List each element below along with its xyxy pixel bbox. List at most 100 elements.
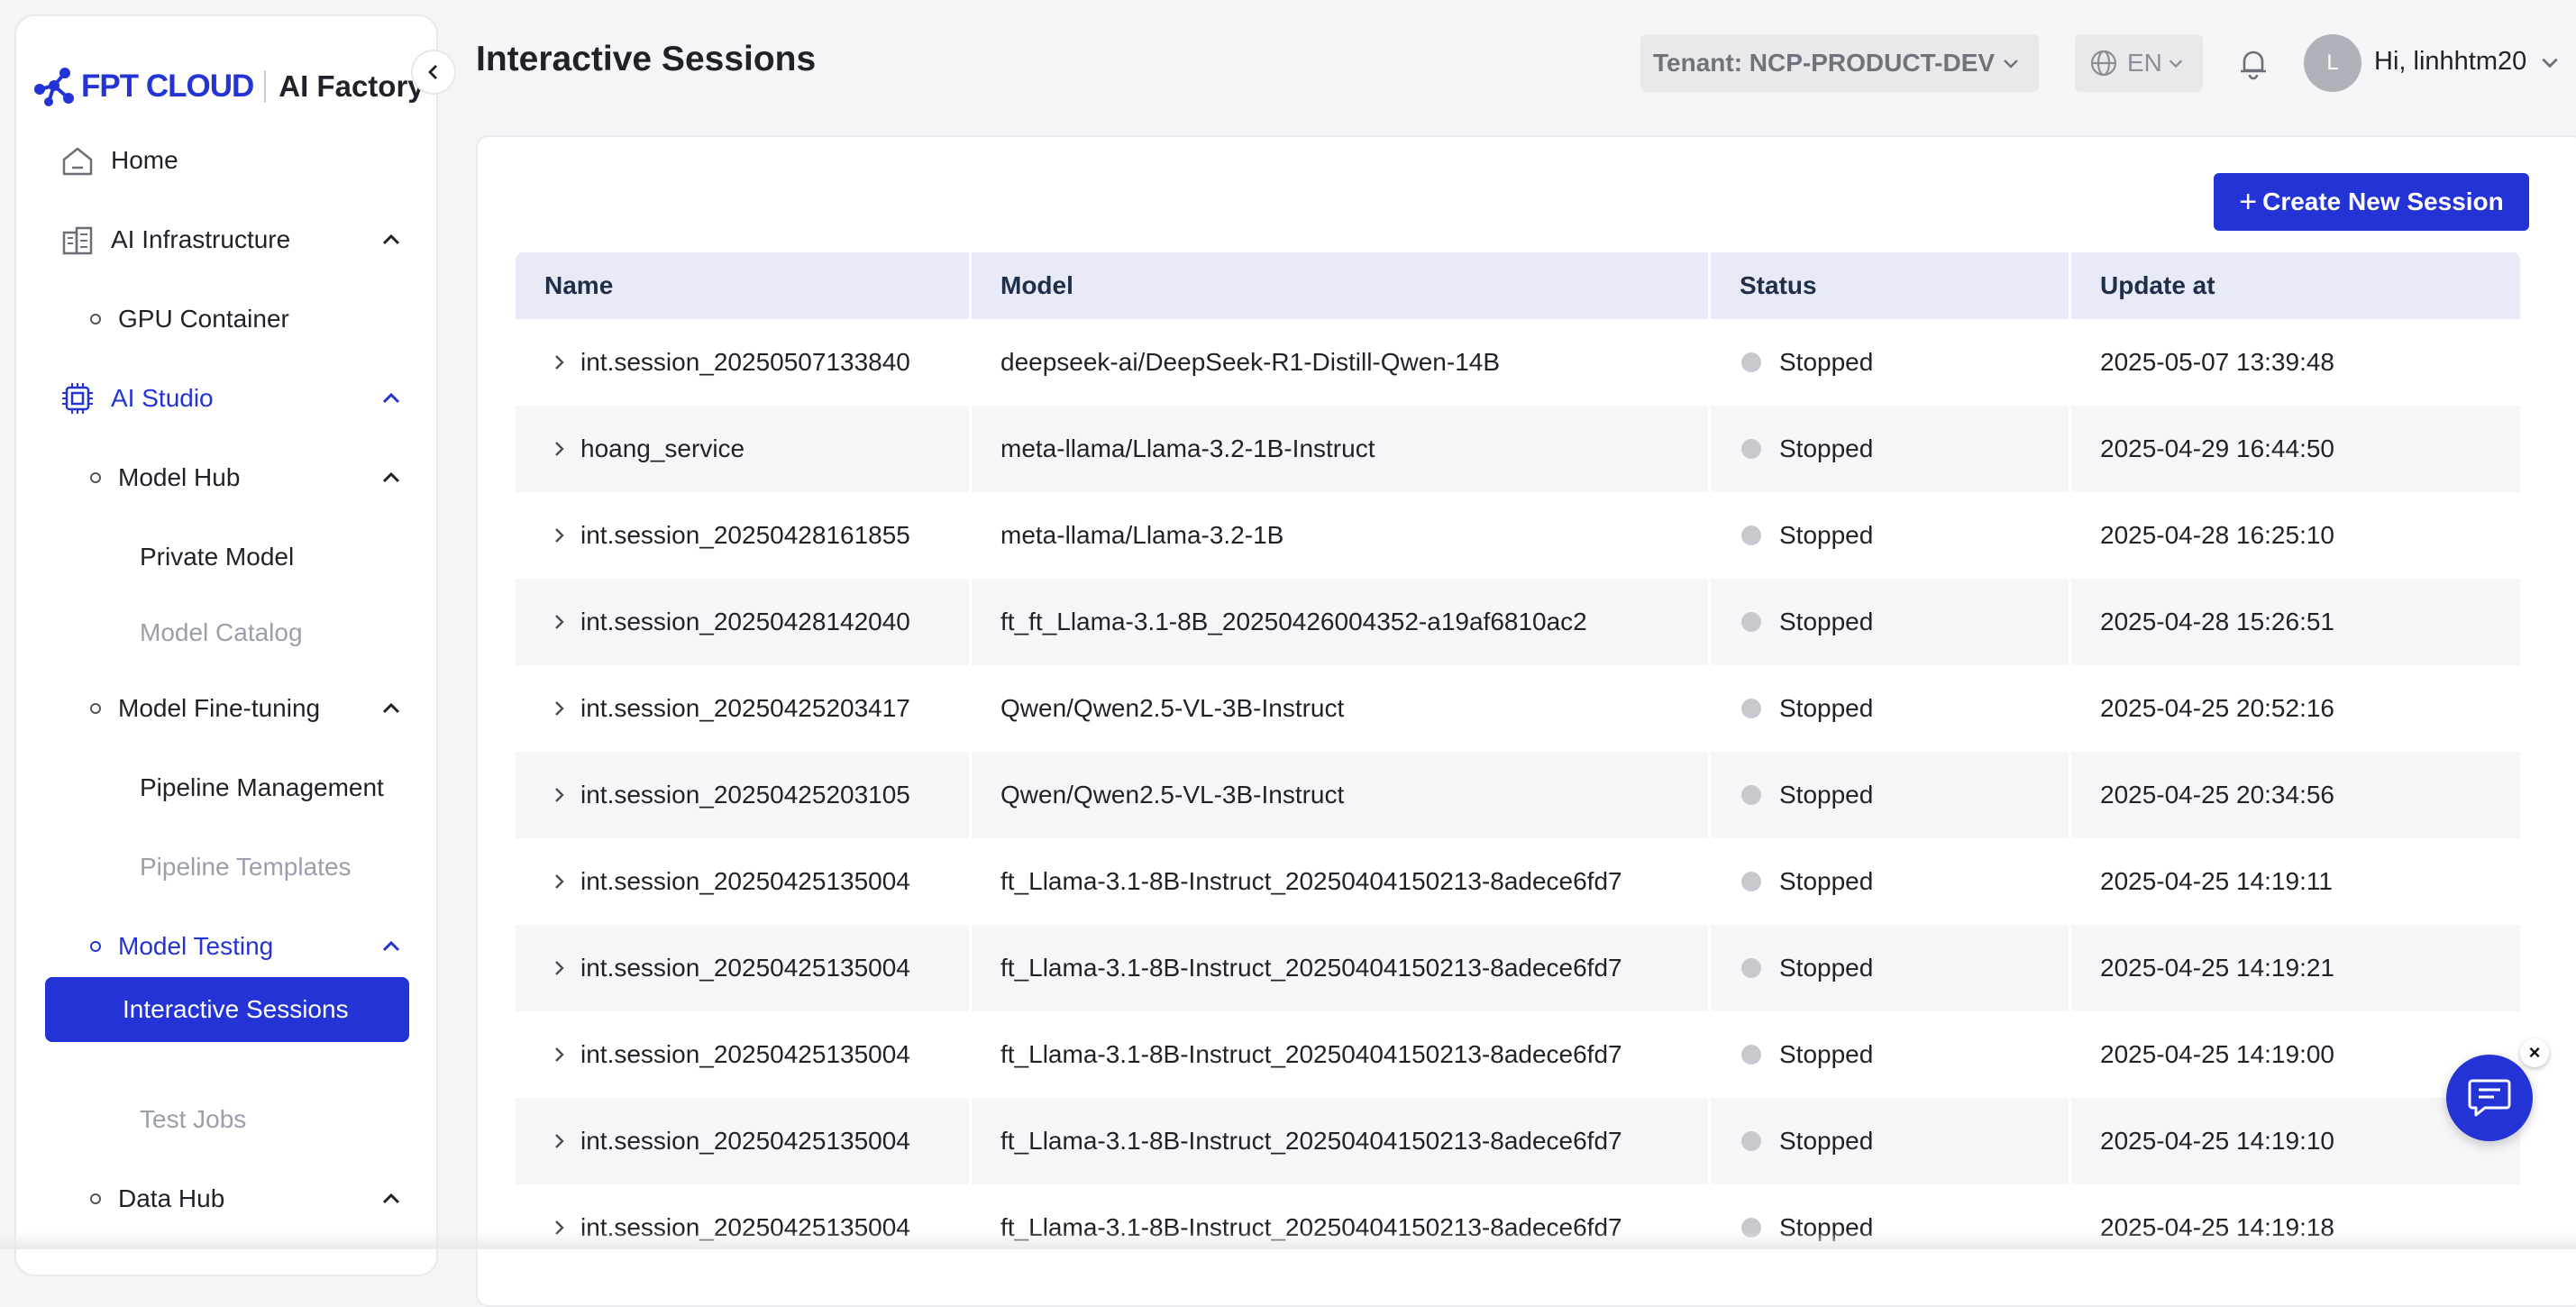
user-greeting[interactable]: Hi, linhhtm20 [2374, 47, 2526, 77]
bottom-shadow [0, 1231, 2576, 1249]
model-cell: ft_Llama-3.1-8B-Instruct_20250404150213-… [972, 1011, 1711, 1098]
chevron-right-icon[interactable] [550, 440, 568, 458]
language-selector[interactable]: EN [2075, 34, 2203, 92]
column-header-status[interactable]: Status [1711, 252, 2071, 319]
session-name: int.session_20250425135004 [580, 1040, 910, 1068]
sidebar-item-label: GPU Container [118, 305, 289, 333]
table-row[interactable]: int.session_20250428142040 ft_ft_Llama-3… [516, 579, 2520, 665]
chat-widget-button[interactable] [2446, 1055, 2533, 1141]
table-row[interactable]: int.session_20250425135004 ft_Llama-3.1-… [516, 1011, 2520, 1098]
sidebar-item-model-catalog[interactable]: Model Catalog [16, 606, 440, 660]
updated-cell: 2025-04-25 20:52:16 [2100, 694, 2334, 722]
sidebar-item-label: Test Jobs [140, 1105, 247, 1133]
sidebar-item-label: Home [111, 146, 178, 174]
chevron-up-icon[interactable] [380, 1188, 402, 1210]
chat-icon [2468, 1079, 2511, 1117]
name-cell: int.session_20250425203105 [516, 752, 972, 838]
chevron-up-icon[interactable] [380, 467, 402, 489]
chevron-right-icon[interactable] [550, 613, 568, 631]
chevron-right-icon[interactable] [550, 873, 568, 891]
sidebar-item-ai-infrastructure[interactable]: AI Infrastructure [16, 213, 440, 267]
name-cell: int.session_20250425135004 [516, 925, 972, 1011]
updated-cell: 2025-04-25 14:19:11 [2100, 867, 2333, 895]
table-row[interactable]: int.session_20250425135004 ft_Llama-3.1-… [516, 838, 2520, 925]
model-cell: meta-llama/Llama-3.2-1B-Instruct [972, 406, 1711, 492]
sidebar-item-label: Pipeline Templates [140, 853, 352, 881]
model-cell: ft_ft_Llama-3.1-8B_20250426004352-a19af6… [972, 579, 1711, 665]
chevron-down-icon [2004, 59, 2018, 69]
table-row[interactable]: int.session_20250425135004 ft_Llama-3.1-… [516, 925, 2520, 1011]
status-text: Stopped [1779, 1127, 1874, 1155]
updated-cell: 2025-04-25 20:34:56 [2100, 781, 2334, 809]
sidebar-item-model-finetuning[interactable]: Model Fine-tuning [16, 681, 440, 736]
sidebar-item-gpu-container[interactable]: GPU Container [16, 292, 440, 346]
model-cell: ft_Llama-3.1-8B-Instruct_20250404150213-… [972, 1184, 1711, 1271]
chevron-right-icon[interactable] [550, 353, 568, 371]
table-row[interactable]: hoang_service meta-llama/Llama-3.2-1B-In… [516, 406, 2520, 492]
chevron-up-icon[interactable] [380, 388, 402, 409]
chevron-up-icon[interactable] [380, 698, 402, 719]
chevron-right-icon[interactable] [550, 786, 568, 804]
tenant-label: Tenant: NCP-PRODUCT-DEV [1653, 49, 1996, 77]
tenant-selector[interactable]: Tenant: NCP-PRODUCT-DEV [1640, 34, 2039, 92]
sidebar-item-model-hub[interactable]: Model Hub [16, 451, 440, 505]
avatar[interactable]: L [2304, 34, 2361, 92]
table-row[interactable]: int.session_20250425203105 Qwen/Qwen2.5-… [516, 752, 2520, 838]
chevron-up-icon[interactable] [380, 936, 402, 957]
table-header: Name Model Status Update at [516, 252, 2520, 319]
updated-cell: 2025-04-25 14:19:21 [2100, 954, 2334, 982]
sidebar-item-model-testing[interactable]: Model Testing [16, 919, 440, 973]
model-cell: deepseek-ai/DeepSeek-R1-Distill-Qwen-14B [972, 319, 1711, 406]
chevron-right-icon[interactable] [550, 1046, 568, 1064]
column-header-name[interactable]: Name [516, 252, 972, 319]
model-cell: Qwen/Qwen2.5-VL-3B-Instruct [972, 665, 1711, 752]
table-row[interactable]: int.session_20250425135004 ft_Llama-3.1-… [516, 1184, 2520, 1271]
model-cell: ft_Llama-3.1-8B-Instruct_20250404150213-… [972, 925, 1711, 1011]
status-cell: Stopped [1711, 1011, 2071, 1098]
sidebar-item-private-model[interactable]: Private Model [16, 530, 440, 584]
chevron-down-icon[interactable] [2540, 52, 2560, 72]
chevron-up-icon[interactable] [380, 229, 402, 251]
chevron-right-icon[interactable] [550, 1132, 568, 1150]
status-text: Stopped [1779, 1040, 1874, 1068]
sidebar-item-pipeline-templates[interactable]: Pipeline Templates [16, 840, 440, 894]
status-dot-icon [1741, 958, 1761, 978]
sidebar-item-label: Private Model [140, 543, 295, 571]
home-icon [62, 147, 93, 176]
sidebar-item-pipeline-management[interactable]: Pipeline Management [16, 761, 440, 815]
session-name: int.session_20250425135004 [580, 1127, 910, 1155]
table-row[interactable]: int.session_20250425135004 ft_Llama-3.1-… [516, 1098, 2520, 1184]
globe-icon [2090, 50, 2117, 77]
table-row[interactable]: int.session_20250428161855 meta-llama/Ll… [516, 492, 2520, 579]
column-header-model[interactable]: Model [972, 252, 1711, 319]
session-name: int.session_20250428161855 [580, 521, 910, 549]
updated-cell: 2025-04-29 16:44:50 [2100, 434, 2334, 462]
chat-close-button[interactable]: × [2520, 1038, 2549, 1067]
bell-icon[interactable] [2235, 45, 2271, 81]
status-dot-icon [1741, 612, 1761, 632]
chevron-down-icon [2169, 59, 2183, 69]
status-cell: Stopped [1711, 492, 2071, 579]
sidebar-collapse-button[interactable] [411, 50, 456, 95]
create-new-session-button[interactable]: + Create New Session [2214, 173, 2529, 231]
sidebar-item-interactive-sessions[interactable]: Interactive Sessions [45, 977, 409, 1042]
chevron-right-icon[interactable] [550, 526, 568, 544]
chevron-right-icon[interactable] [550, 699, 568, 717]
sidebar-item-data-hub[interactable]: Data Hub [16, 1172, 440, 1226]
sidebar-item-label: Data Hub [118, 1184, 225, 1212]
session-name: int.session_20250425203105 [580, 781, 910, 809]
chevron-right-icon[interactable] [550, 959, 568, 977]
sidebar-item-home[interactable]: Home [16, 133, 440, 187]
sidebar-item-label: Model Hub [118, 463, 241, 491]
model-cell: Qwen/Qwen2.5-VL-3B-Instruct [972, 752, 1711, 838]
brand-logo[interactable]: FPT CLOUD AI Factory [31, 61, 425, 112]
status-text: Stopped [1779, 608, 1874, 635]
table-row[interactable]: int.session_20250507133840 deepseek-ai/D… [516, 319, 2520, 406]
sidebar-item-test-jobs[interactable]: Test Jobs [16, 1092, 440, 1147]
column-header-update-at[interactable]: Update at [2071, 252, 2520, 319]
sidebar-item-ai-studio[interactable]: AI Studio [16, 371, 440, 425]
table-row[interactable]: int.session_20250425203417 Qwen/Qwen2.5-… [516, 665, 2520, 752]
bullet-icon [90, 703, 101, 714]
name-cell: int.session_20250425135004 [516, 838, 972, 925]
status-text: Stopped [1779, 867, 1874, 895]
